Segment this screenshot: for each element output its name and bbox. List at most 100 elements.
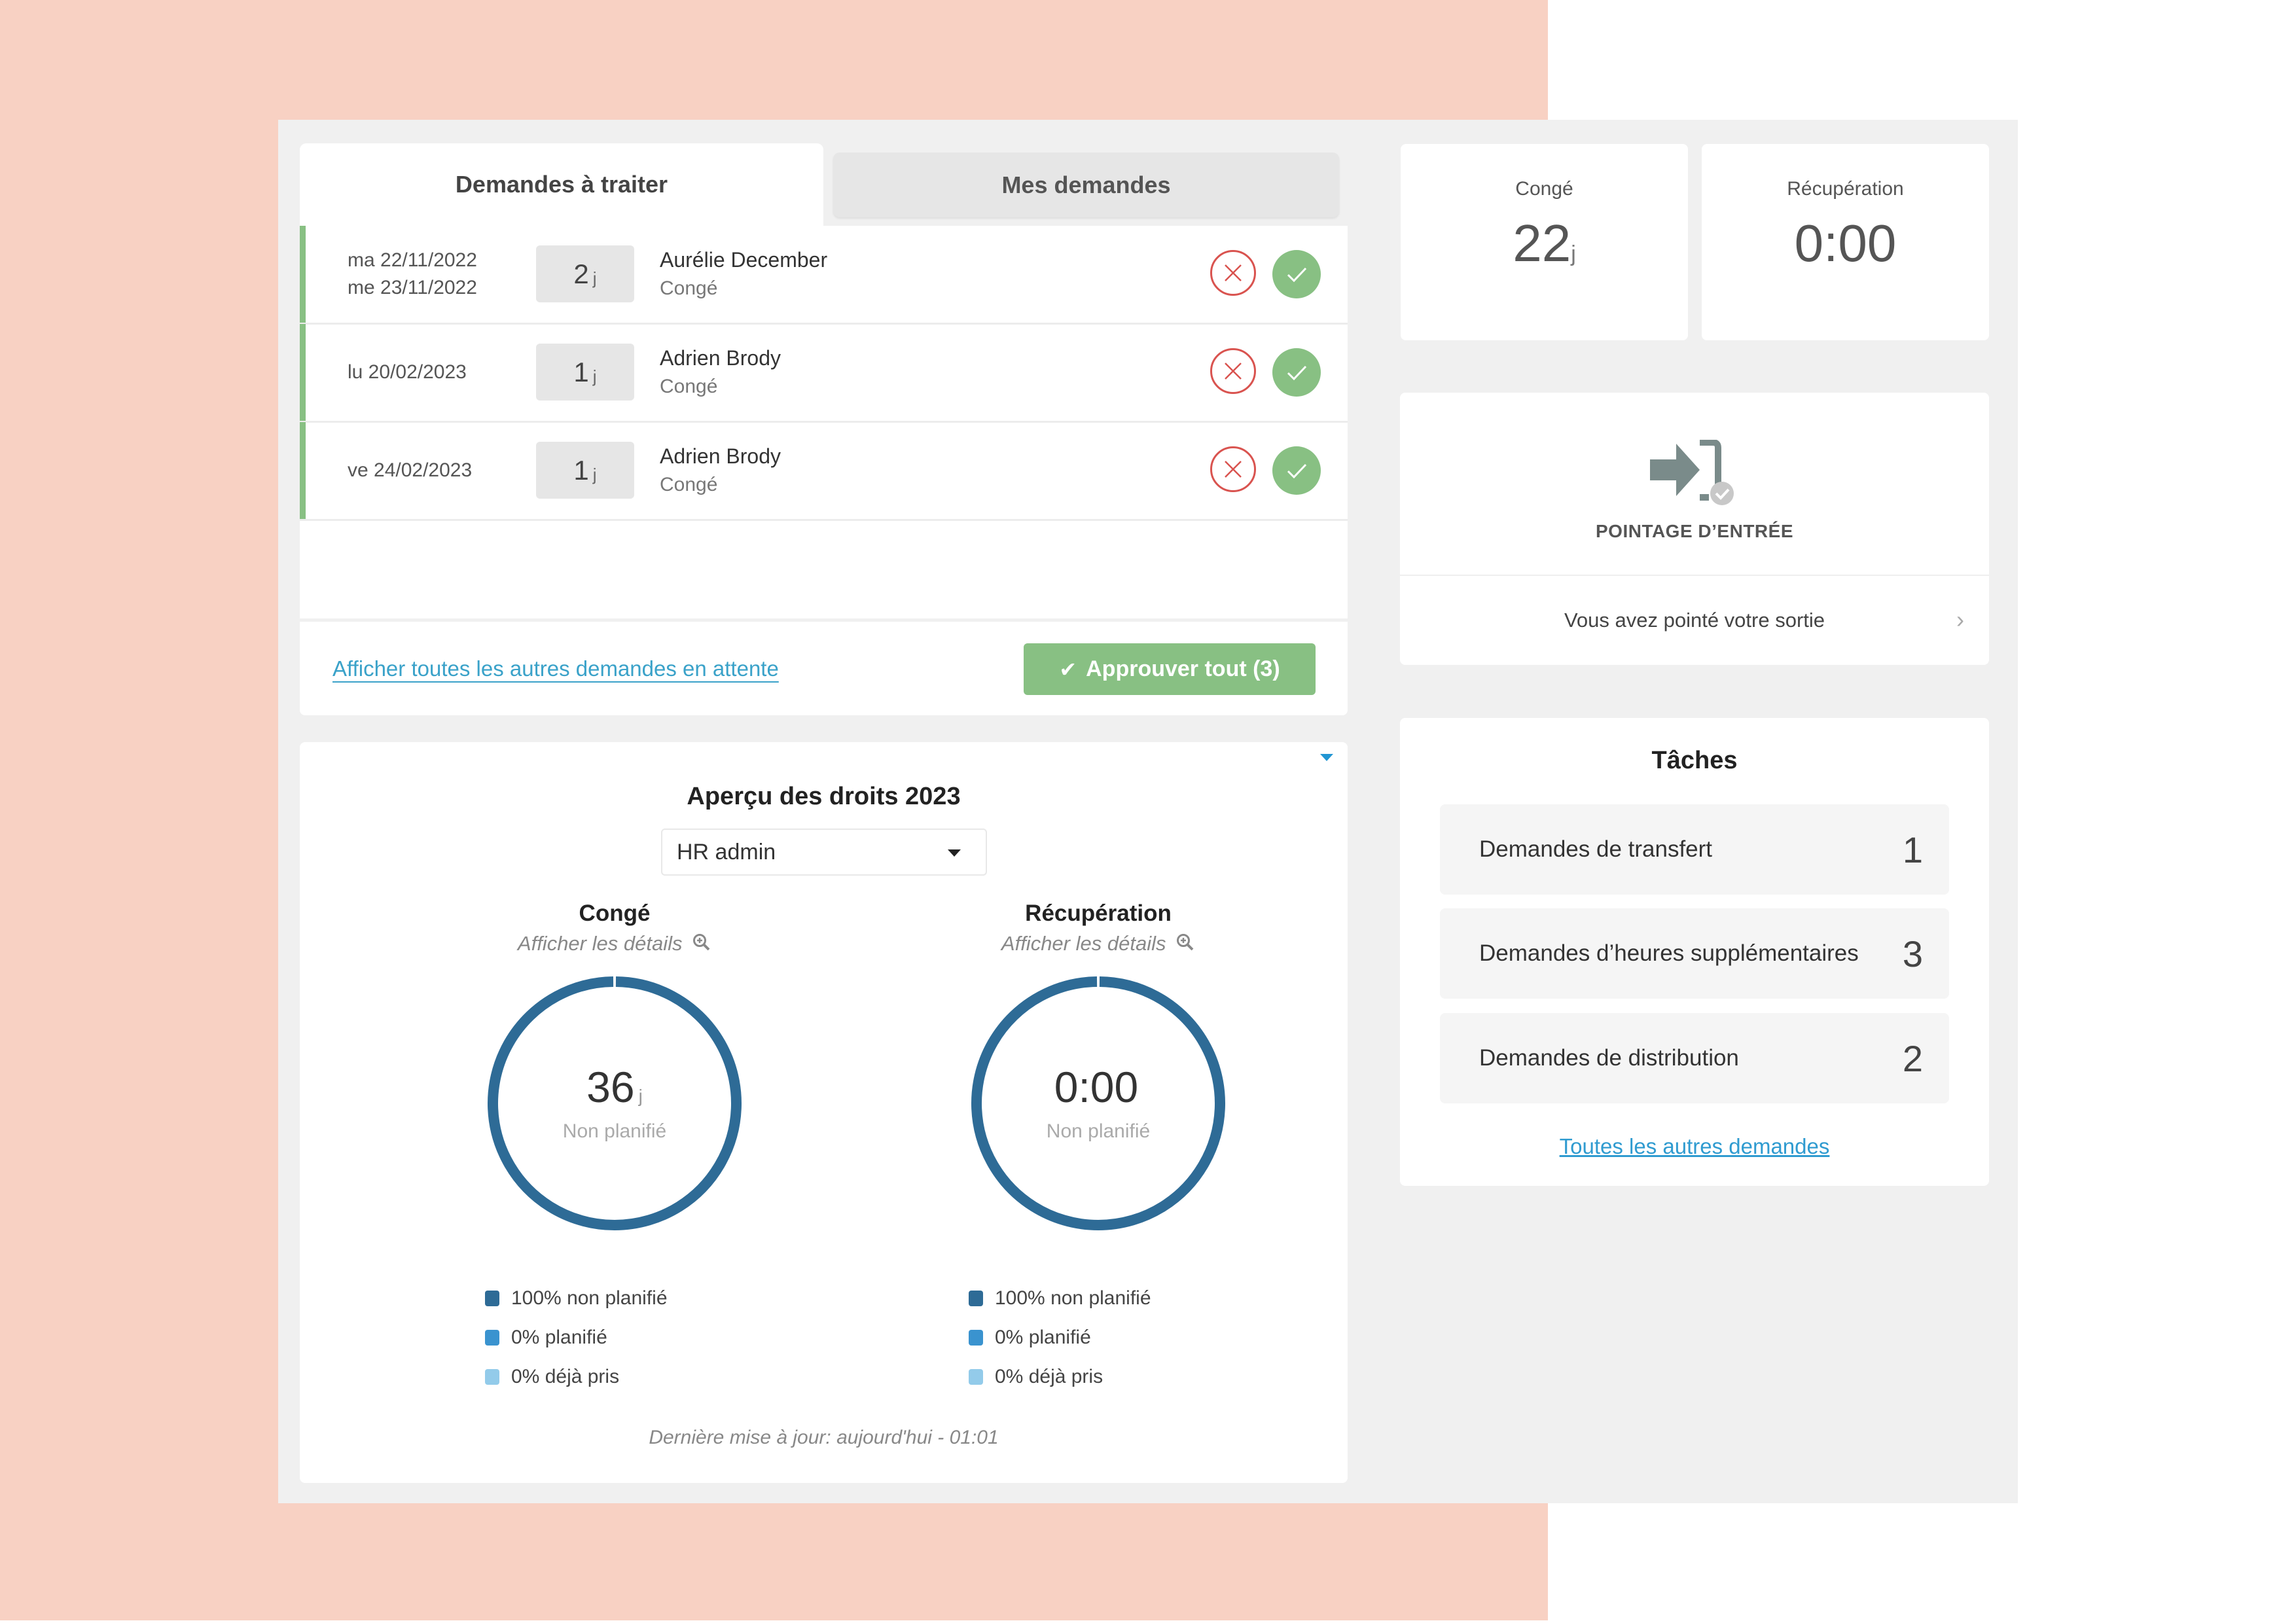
legend-swatch	[485, 1369, 499, 1385]
approve-button[interactable]	[1272, 348, 1321, 397]
legend-label: 100% non planifié	[511, 1287, 668, 1309]
requester: Adrien Brody Congé	[660, 324, 781, 421]
donut-legend: 100% non planifié 0% planifié 0% déjà pr…	[485, 1279, 668, 1397]
tasks-title: Tâches	[1651, 747, 1738, 774]
request-type: Congé	[660, 277, 718, 299]
start-date: ve 24/02/2023	[348, 459, 473, 481]
request-type: Congé	[660, 474, 718, 495]
stat-card-leave[interactable]: Congé 22j	[1401, 144, 1688, 340]
donut-center: 36 j Non planifié	[484, 972, 745, 1234]
request-dates: ma 22/11/2022 me 23/11/2022	[348, 226, 477, 323]
legend-label: 0% déjà pris	[995, 1366, 1103, 1387]
donut-sublabel: Non planifié	[1046, 1120, 1151, 1142]
show-details-label: Afficher les détails	[1001, 932, 1166, 955]
close-icon	[1225, 461, 1242, 478]
request-row: ve 24/02/2023 1j Adrien Brody Congé	[300, 422, 1348, 521]
task-count: 2	[1902, 1037, 1923, 1079]
stat-label: Congé	[1515, 178, 1573, 200]
clock-card: POINTAGE D’ENTRÉE Vous avez pointé votre…	[1400, 393, 1989, 665]
show-details-link[interactable]: Afficher les détails	[451, 932, 778, 957]
reject-button[interactable]	[1210, 250, 1256, 296]
days-badge: 2j	[536, 245, 634, 302]
zoom-in-icon	[692, 933, 711, 957]
clock-status-text: Vous avez pointé votre sortie	[1564, 609, 1825, 632]
legend-label: 0% planifié	[995, 1327, 1091, 1348]
legend-swatch	[969, 1369, 983, 1385]
legend-label: 100% non planifié	[995, 1287, 1151, 1309]
donut-unit: j	[638, 1086, 643, 1106]
task-item-distribution[interactable]: Demandes de distribution 2	[1440, 1013, 1949, 1103]
requester-name: Adrien Brody	[660, 444, 781, 468]
status-bar	[300, 324, 306, 421]
tasks-card: Tâches Demandes de transfert 1 Demandes …	[1400, 718, 1989, 1186]
reject-button[interactable]	[1210, 446, 1256, 492]
legend-item: 0% déjà pris	[485, 1357, 668, 1397]
task-label: Demandes d’heures supplémentaires	[1479, 940, 1859, 966]
start-date: lu 20/02/2023	[348, 361, 467, 383]
close-icon	[1225, 363, 1242, 380]
donut-leave: Congé Afficher les détails 36 j Non plani…	[451, 901, 778, 1387]
status-bar	[300, 226, 306, 323]
show-details-link[interactable]: Afficher les détails	[935, 932, 1262, 957]
all-other-requests-link[interactable]: Toutes les autres demandes	[1400, 1134, 1989, 1159]
show-all-pending-link[interactable]: Afficher toutes les autres demandes en a…	[332, 622, 779, 715]
status-bar	[300, 422, 306, 519]
legend-swatch	[485, 1330, 499, 1346]
approve-button[interactable]	[1272, 446, 1321, 495]
legend-swatch	[485, 1291, 499, 1306]
days-value: 1	[573, 356, 589, 387]
days-unit: j	[592, 366, 597, 386]
legend-item: 0% planifié	[969, 1318, 1151, 1357]
donut-title: Récupération	[1025, 901, 1172, 926]
days-badge: 1j	[536, 344, 634, 401]
end-date: me 23/11/2022	[348, 277, 477, 298]
tab-requests-to-process[interactable]: Demandes à traiter	[300, 143, 823, 226]
stat-value-wrap: 22j	[1401, 213, 1688, 274]
task-item-transfer[interactable]: Demandes de transfert 1	[1440, 804, 1949, 895]
clock-in-icon[interactable]	[1649, 439, 1740, 515]
collapse-caret-icon[interactable]	[1320, 754, 1333, 761]
tab-my-requests[interactable]: Mes demandes	[833, 152, 1339, 217]
stat-card-recovery[interactable]: Récupération 0:00	[1702, 144, 1989, 340]
user-select-value: HR admin	[677, 839, 776, 865]
legend-swatch	[969, 1291, 983, 1306]
check-icon: ✔	[1059, 657, 1077, 681]
stat-label: Récupération	[1787, 178, 1904, 200]
request-type: Congé	[660, 376, 718, 397]
user-select[interactable]: HR admin	[661, 829, 987, 876]
requests-card: Demandes à traiter Mes demandes ma 22/11…	[300, 143, 1348, 715]
clock-status-row[interactable]: Vous avez pointé votre sortie ›	[1400, 576, 1989, 665]
approve-button[interactable]	[1272, 250, 1321, 298]
show-details-label: Afficher les détails	[517, 932, 683, 955]
requests-footer: Afficher toutes les autres demandes en a…	[300, 622, 1348, 715]
chevron-down-icon	[948, 849, 961, 857]
entitlements-card: Aperçu des droits 2023 HR admin Congé Af…	[300, 742, 1348, 1483]
donut-sublabel: Non planifié	[562, 1120, 667, 1142]
legend-label: 0% déjà pris	[511, 1366, 620, 1387]
days-unit: j	[592, 268, 597, 288]
donut-value: 36	[586, 1063, 635, 1111]
approve-all-label: Approuver tout (3)	[1086, 656, 1280, 681]
request-row: ma 22/11/2022 me 23/11/2022 2j Aurélie D…	[300, 226, 1348, 325]
start-date: ma 22/11/2022	[348, 249, 477, 271]
check-icon	[1287, 267, 1307, 283]
task-item-overtime[interactable]: Demandes d’heures supplémentaires 3	[1440, 908, 1949, 999]
request-row: lu 20/02/2023 1j Adrien Brody Congé	[300, 324, 1348, 423]
approve-all-button[interactable]: ✔ Approuver tout (3)	[1024, 643, 1316, 695]
task-label: Demandes de distribution	[1479, 1045, 1739, 1071]
last-updated: Dernière mise à jour: aujourd'hui - 01:0…	[649, 1427, 999, 1448]
check-icon	[1287, 365, 1307, 381]
entitlements-title: Aperçu des droits 2023	[687, 783, 961, 810]
donut-center: 0:00 Non planifié	[967, 972, 1229, 1234]
clock-in-label: POINTAGE D’ENTRÉE	[1595, 521, 1793, 541]
legend-item: 100% non planifié	[485, 1279, 668, 1318]
donut-recovery: Récupération Afficher les détails 0:00 N…	[935, 901, 1262, 1387]
legend-label: 0% planifié	[511, 1327, 607, 1348]
stat-unit: j	[1571, 241, 1576, 266]
donut-legend: 100% non planifié 0% planifié 0% déjà pr…	[969, 1279, 1151, 1397]
days-value: 1	[573, 454, 589, 486]
days-value: 2	[573, 258, 589, 289]
task-count: 3	[1902, 933, 1923, 974]
reject-button[interactable]	[1210, 348, 1256, 394]
request-dates: lu 20/02/2023	[348, 324, 467, 421]
